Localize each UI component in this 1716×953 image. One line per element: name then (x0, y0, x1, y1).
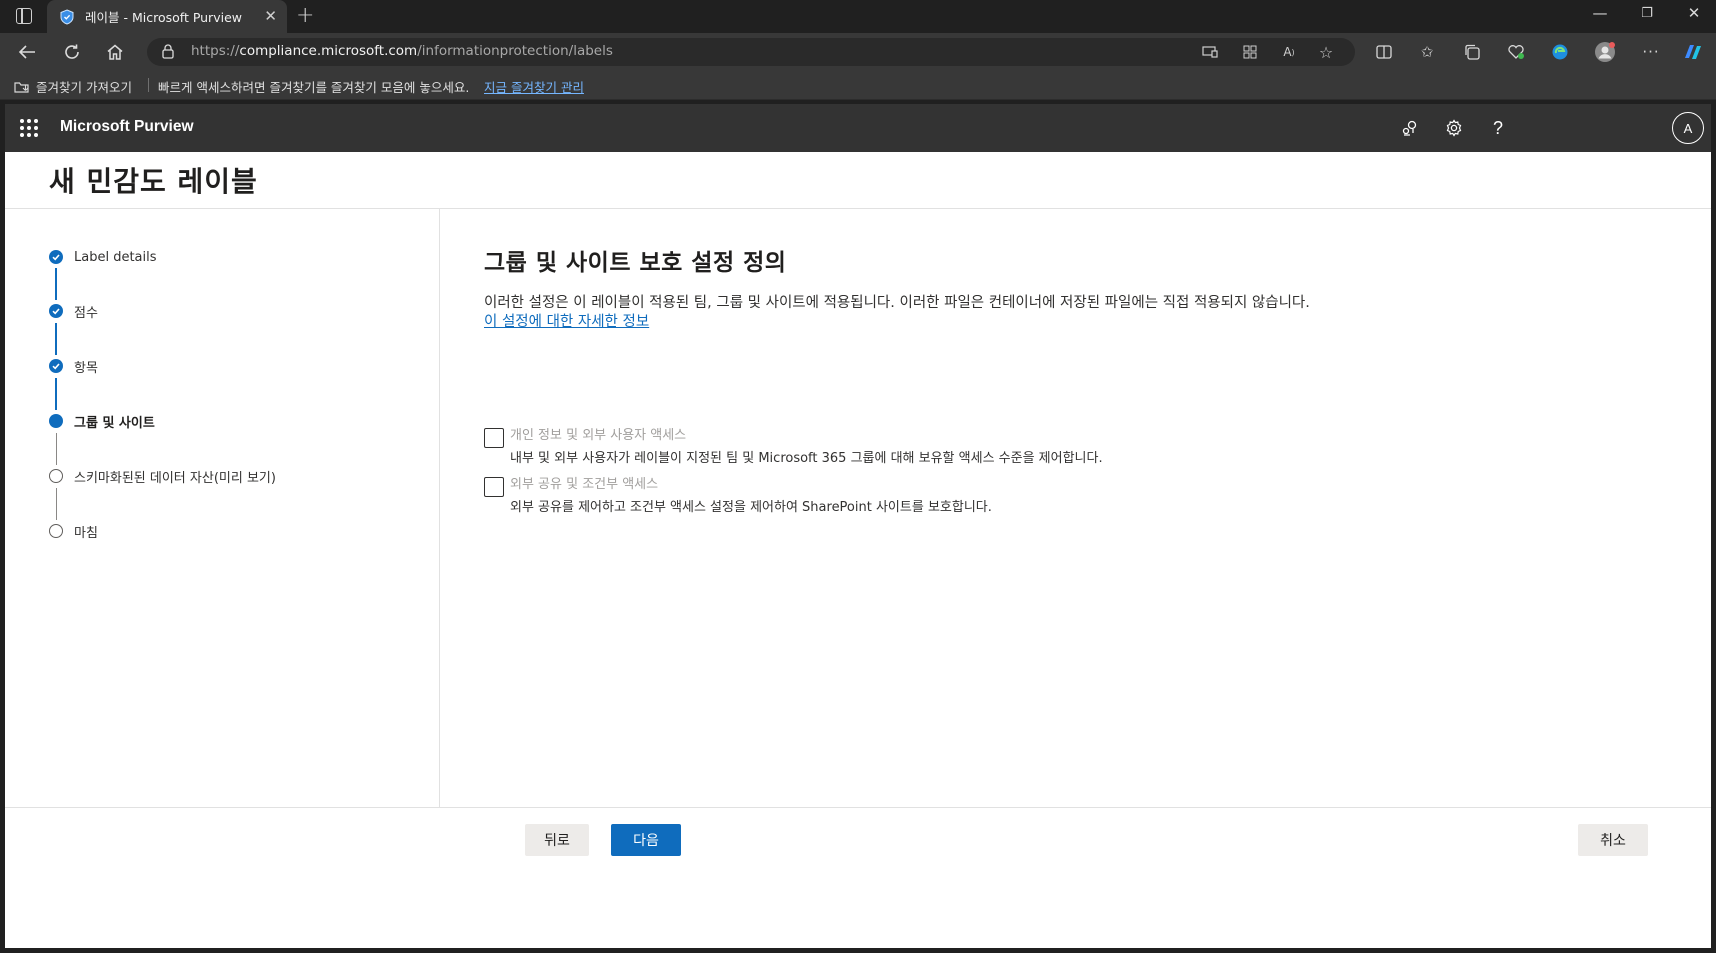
import-favorites-label: 즐겨찾기 가져오기 (36, 80, 132, 95)
address-bar[interactable]: https://compliance.microsoft.com/informa… (147, 38, 1355, 66)
step-connector (55, 268, 57, 300)
minimize-icon[interactable]: — (1585, 4, 1615, 22)
url-path: /informationprotection/labels (417, 43, 613, 59)
url-text: https://compliance.microsoft.com/informa… (191, 43, 613, 59)
section-title: 그룹 및 사이트 보호 설정 정의 (484, 250, 787, 276)
cast-icon[interactable] (1201, 44, 1219, 60)
favorites-separator (148, 78, 149, 92)
apps-grid-icon[interactable] (1241, 44, 1259, 60)
wizard-footer: 뒤로 다음 취소 (5, 807, 1711, 948)
tab-title: 레이블 - Microsoft Purview (85, 10, 242, 25)
refresh-icon[interactable] (60, 40, 84, 64)
edge-icon[interactable] (1549, 42, 1571, 62)
manage-favorites-link[interactable]: 지금 즐겨찾기 관리 (484, 77, 584, 96)
tab-actions-icon[interactable] (16, 8, 32, 24)
step-label: 그룹 및 사이트 (74, 415, 155, 431)
step-label: 점수 (74, 305, 98, 321)
wizard-stepper: Label details 점수 항목 그룹 및 사이트 스키마화된된 데이터 … (5, 209, 440, 807)
step-pending-circle-icon (49, 469, 63, 483)
profile-icon[interactable] (1594, 42, 1616, 62)
help-icon[interactable]: ? (1486, 116, 1510, 140)
split-screen-icon[interactable] (1373, 42, 1395, 62)
import-favorites-button[interactable]: 즐겨찾기 가져오기 (14, 77, 132, 96)
option-description: 내부 및 외부 사용자가 레이블이 지정된 팀 및 Microsoft 365 … (510, 451, 1103, 466)
new-tab-icon[interactable]: + (296, 3, 314, 28)
step-scope[interactable]: 점수 (49, 301, 98, 321)
page-header: 새 민감도 레이블 (5, 152, 1711, 209)
back-button[interactable]: 뒤로 (525, 824, 589, 856)
section-description: 이러한 설정은 이 레이블이 적용된 팀, 그룹 및 사이트에 적용됩니다. 이… (484, 295, 1310, 311)
close-window-icon[interactable]: ✕ (1679, 4, 1709, 22)
browser-tab-active[interactable]: 레이블 - Microsoft Purview ✕ (47, 0, 287, 33)
step-label: Label details (74, 249, 157, 265)
step-label-details[interactable]: Label details (49, 247, 157, 267)
step-connector (55, 378, 57, 410)
import-folder-icon (14, 81, 29, 93)
step-label: 마침 (74, 525, 98, 541)
tab-close-icon[interactable]: ✕ (264, 7, 277, 25)
step-label: 항목 (74, 360, 98, 376)
back-icon[interactable] (15, 40, 39, 64)
step-items[interactable]: 항목 (49, 356, 98, 376)
browser-toolbar: https://compliance.microsoft.com/informa… (0, 33, 1716, 70)
learn-more-link[interactable]: 이 설정에 대한 자세한 정보 (484, 310, 649, 331)
app-title[interactable]: Microsoft Purview (60, 118, 194, 136)
step-complete-check-icon (49, 250, 63, 264)
option-description: 외부 공유를 제어하고 조건부 액세스 설정을 제어하여 SharePoint … (510, 500, 992, 515)
favorites-icon[interactable]: ✩ (1416, 42, 1438, 62)
url-scheme: https:// (191, 43, 240, 59)
next-button[interactable]: 다음 (611, 824, 681, 856)
favorite-star-icon[interactable]: ☆ (1317, 43, 1335, 62)
step-current-dot-icon (49, 414, 63, 428)
home-icon[interactable] (103, 40, 127, 64)
favorites-bar: 즐겨찾기 가져오기 빠르게 액세스하려면 즐겨찾기를 즐겨찾기 모음에 놓으세요… (0, 70, 1716, 100)
browser-tabstrip: 레이블 - Microsoft Purview ✕ + — ❐ ✕ (0, 0, 1716, 33)
browser-essentials-icon[interactable] (1505, 42, 1527, 62)
privacy-external-access-checkbox[interactable] (484, 428, 504, 448)
restore-icon[interactable]: ❐ (1632, 6, 1662, 21)
external-sharing-checkbox[interactable] (484, 477, 504, 497)
favorites-message: 빠르게 액세스하려면 즐겨찾기를 즐겨찾기 모음에 놓으세요. (158, 80, 470, 95)
shield-favicon-icon (59, 8, 75, 25)
step-complete-check-icon (49, 359, 63, 373)
step-finish[interactable]: 마침 (49, 521, 98, 541)
step-connector (55, 433, 57, 465)
step-complete-check-icon (49, 304, 63, 318)
url-host: compliance.microsoft.com (239, 43, 418, 59)
step-schematized-assets[interactable]: 스키마화된된 데이터 자산(미리 보기) (49, 466, 276, 486)
page-title: 새 민감도 레이블 (49, 165, 258, 198)
purview-app: Microsoft Purview ? A 새 민감도 레이블 Label de… (5, 104, 1711, 948)
lock-icon[interactable] (162, 44, 174, 63)
step-groups-sites[interactable]: 그룹 및 사이트 (49, 411, 155, 431)
step-pending-circle-icon (49, 524, 63, 538)
settings-gear-icon[interactable] (1442, 116, 1466, 140)
cancel-button[interactable]: 취소 (1578, 824, 1648, 856)
step-connector (55, 488, 57, 520)
app-launcher-icon[interactable] (20, 119, 38, 137)
step-label: 스키마화된된 데이터 자산(미리 보기) (74, 470, 276, 486)
copilot-icon[interactable] (1682, 42, 1704, 62)
read-aloud-icon[interactable]: A) (1280, 44, 1298, 60)
feedback-community-icon[interactable] (1398, 116, 1422, 140)
more-options-icon[interactable]: ··· (1640, 42, 1662, 62)
collections-icon[interactable] (1461, 42, 1483, 62)
step-connector (55, 323, 57, 355)
option-label[interactable]: 외부 공유 및 조건부 액세스 (510, 473, 658, 492)
option-label[interactable]: 개인 정보 및 외부 사용자 액세스 (510, 424, 686, 443)
user-avatar[interactable]: A (1672, 112, 1704, 144)
suite-header: Microsoft Purview ? A (5, 104, 1711, 152)
